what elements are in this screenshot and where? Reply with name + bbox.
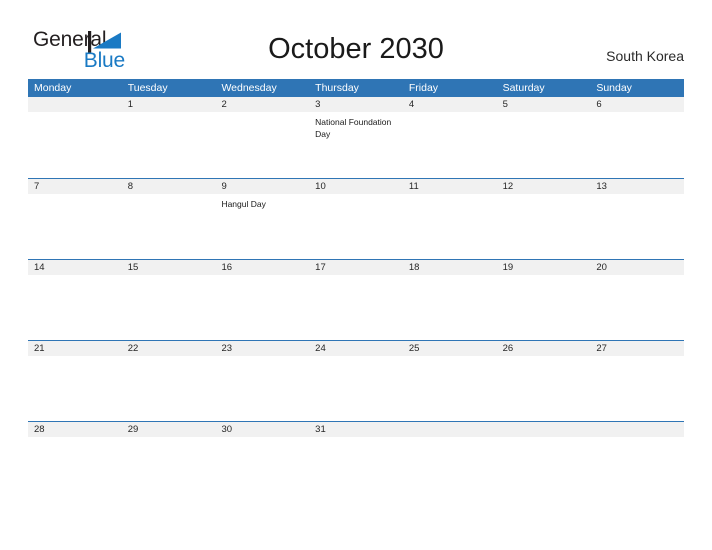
day-number: 15 <box>127 262 139 273</box>
day-cell[interactable]: 30 <box>215 422 309 502</box>
day-cell[interactable]: 20 <box>590 260 684 340</box>
day-cell[interactable]: 29 <box>122 422 216 502</box>
day-number: 7 <box>34 181 40 192</box>
day-cell-empty <box>497 422 591 502</box>
week-cells: 14 15 16 17 18 19 20 <box>28 260 684 340</box>
day-cell[interactable]: 4 <box>403 97 497 178</box>
weekday-friday: Friday <box>408 82 439 94</box>
day-cell[interactable]: 27 <box>590 341 684 421</box>
page-header: General Blue October 2030 South Korea <box>0 0 712 79</box>
day-cell[interactable]: 28 <box>28 422 122 502</box>
day-number: 2 <box>221 99 227 110</box>
weekday-thursday: Thursday <box>315 82 359 94</box>
day-number: 13 <box>596 181 607 192</box>
day-number: 8 <box>127 181 134 192</box>
day-cell[interactable]: 22 <box>122 341 216 421</box>
day-number: 11 <box>408 181 419 192</box>
day-cell[interactable]: 17 <box>309 260 403 340</box>
day-cell[interactable]: 26 <box>497 341 591 421</box>
calendar-grid: Monday Tuesday Wednesday Thursday Friday… <box>28 79 684 502</box>
week-cells: 21 22 23 24 25 26 27 <box>28 341 684 421</box>
calendar-week-row: 14 15 16 17 18 19 20 <box>28 259 684 340</box>
day-cell[interactable]: 23 <box>215 341 309 421</box>
week-cells: 1 2 3 National Foundation Day 4 5 6 <box>28 97 684 178</box>
holiday-event: National Foundation Day <box>315 117 392 139</box>
weekday-saturday: Saturday <box>502 82 545 94</box>
day-number: 18 <box>408 262 420 273</box>
day-cell-empty <box>590 422 684 502</box>
calendar-week-row: 7 8 9 Hangul Day 10 11 12 13 <box>28 178 684 259</box>
day-number: 17 <box>315 262 326 273</box>
day-number: 16 <box>221 262 233 273</box>
day-number: 20 <box>596 262 607 273</box>
day-cell[interactable]: 3 National Foundation Day <box>309 97 403 178</box>
day-cell[interactable]: 8 <box>122 179 216 259</box>
day-number: 5 <box>502 99 508 110</box>
day-number: 31 <box>315 424 326 435</box>
day-number: 21 <box>34 343 45 354</box>
week-cells: 28 29 30 31 <box>28 422 684 502</box>
day-number: 1 <box>127 99 134 110</box>
day-number: 22 <box>127 343 139 354</box>
day-cell[interactable]: 7 <box>28 179 122 259</box>
weekday-tuesday: Tuesday <box>127 82 168 94</box>
day-cell[interactable]: 13 <box>590 179 684 259</box>
calendar-week-row: 28 29 30 31 <box>28 421 684 502</box>
region-label: South Korea <box>606 48 684 64</box>
day-cell[interactable]: 11 <box>403 179 497 259</box>
calendar-page: General Blue October 2030 South Korea Mo… <box>0 0 712 550</box>
weekday-sunday: Sunday <box>596 82 632 94</box>
day-cell[interactable]: 24 <box>309 341 403 421</box>
calendar-week-row: 21 22 23 24 25 26 27 <box>28 340 684 421</box>
week-cells: 7 8 9 Hangul Day 10 11 12 13 <box>28 179 684 259</box>
day-events: National Foundation Day <box>315 112 399 140</box>
calendar-week-row: 1 2 3 National Foundation Day 4 5 6 <box>28 97 684 178</box>
day-number: 30 <box>221 424 233 435</box>
day-number: 4 <box>408 99 415 110</box>
day-number: 3 <box>315 99 321 110</box>
day-number: 28 <box>34 424 45 435</box>
day-number: 14 <box>34 262 45 273</box>
day-cell[interactable]: 18 <box>403 260 497 340</box>
day-number: 24 <box>315 343 326 354</box>
day-cell[interactable]: 10 <box>309 179 403 259</box>
day-cell[interactable]: 31 <box>309 422 403 502</box>
day-number: 9 <box>221 181 227 192</box>
weekday-header-row: Monday Tuesday Wednesday Thursday Friday… <box>28 79 684 97</box>
day-cell[interactable]: 15 <box>122 260 216 340</box>
day-cell[interactable]: 9 Hangul Day <box>215 179 309 259</box>
day-cell[interactable]: 16 <box>215 260 309 340</box>
day-cell-empty <box>28 97 122 178</box>
day-number: 27 <box>596 343 607 354</box>
day-cell[interactable]: 12 <box>497 179 591 259</box>
weekday-monday: Monday <box>34 82 72 94</box>
day-number: 19 <box>502 262 514 273</box>
calendar-weeks: 1 2 3 National Foundation Day 4 5 6 7 8 9 Hangul D… <box>28 97 684 502</box>
day-number: 25 <box>408 343 420 354</box>
day-events: Hangul Day <box>221 194 305 211</box>
day-cell[interactable]: 21 <box>28 341 122 421</box>
day-number: 10 <box>315 181 326 192</box>
weekday-wednesday: Wednesday <box>221 82 277 94</box>
day-cell[interactable]: 14 <box>28 260 122 340</box>
day-number: 12 <box>502 181 514 192</box>
day-cell[interactable]: 6 <box>590 97 684 178</box>
holiday-event: Hangul Day <box>221 199 266 209</box>
day-number: 6 <box>596 99 602 110</box>
day-number: 29 <box>127 424 139 435</box>
day-cell[interactable]: 19 <box>497 260 591 340</box>
day-cell[interactable]: 2 <box>215 97 309 178</box>
day-cell[interactable]: 25 <box>403 341 497 421</box>
day-number: 23 <box>221 343 233 354</box>
day-cell[interactable]: 5 <box>497 97 591 178</box>
day-cell[interactable]: 1 <box>122 97 216 178</box>
day-number: 26 <box>502 343 514 354</box>
day-cell-empty <box>403 422 497 502</box>
